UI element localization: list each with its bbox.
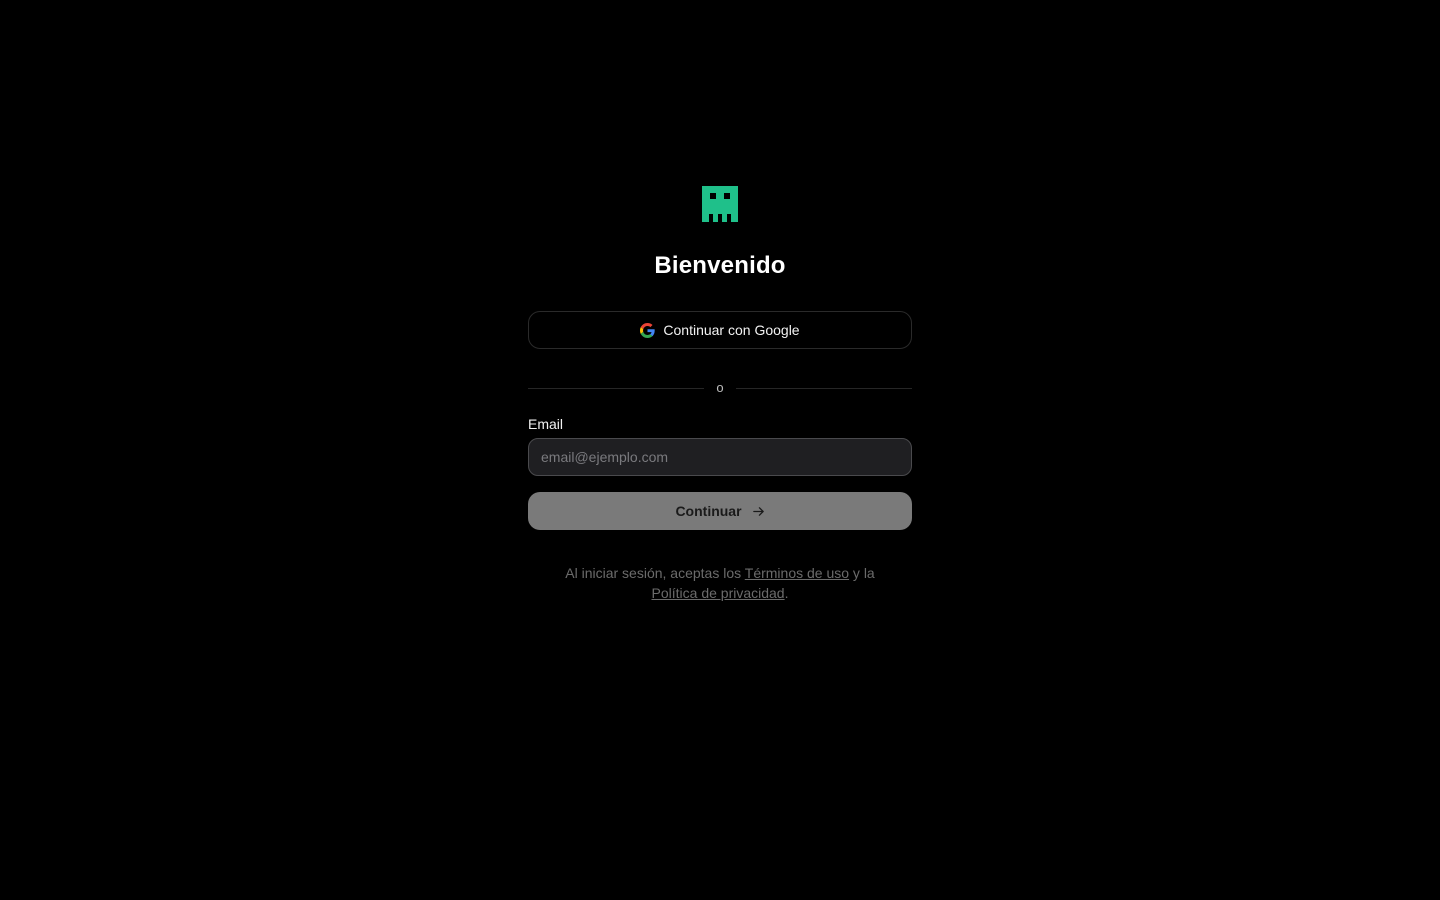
legal-suffix: . <box>784 585 789 601</box>
login-card: Bienvenido Continuar con Google o Email … <box>528 186 913 603</box>
continue-button-label: Continuar <box>675 503 742 519</box>
divider-line-right <box>735 387 913 389</box>
legal-middle: y la <box>849 565 875 581</box>
google-button-label: Continuar con Google <box>663 322 800 338</box>
privacy-policy-link[interactable]: Política de privacidad <box>652 585 785 601</box>
email-label: Email <box>528 416 564 432</box>
legal-notice: Al iniciar sesión, aceptas los Términos … <box>528 563 912 603</box>
divider-text: o <box>716 380 724 395</box>
terms-of-use-link[interactable]: Términos de uso <box>745 565 849 581</box>
page-title: Bienvenido <box>654 252 786 279</box>
email-field[interactable] <box>528 438 912 476</box>
login-page: Bienvenido Continuar con Google o Email … <box>0 0 1440 900</box>
arrow-right-icon <box>752 506 764 516</box>
pixel-face-logo-icon <box>702 186 738 222</box>
divider-line-left <box>528 387 705 389</box>
continue-with-google-button[interactable]: Continuar con Google <box>528 311 912 349</box>
continue-button[interactable]: Continuar <box>528 492 912 530</box>
email-field-group: Email <box>528 416 912 476</box>
or-divider: o <box>528 378 913 398</box>
google-icon <box>640 322 656 338</box>
legal-prefix: Al iniciar sesión, aceptas los <box>565 565 745 581</box>
